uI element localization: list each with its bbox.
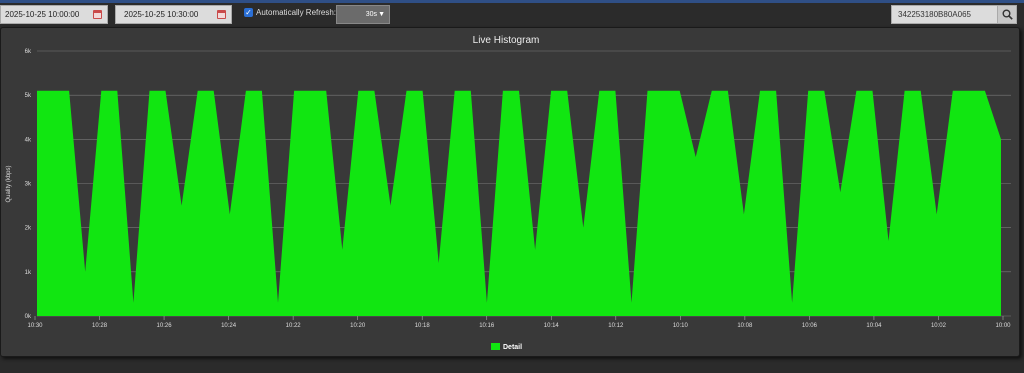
start-time-input[interactable]: 2025-10-25 10:00:00 <box>0 5 108 24</box>
chart-panel: Live Histogram Quality (kbps) 0k 1k 2k 3k 4k… <box>0 27 1020 357</box>
y-tick-label: 5k <box>25 93 32 99</box>
auto-refresh-toggle[interactable]: ✓ Automatically Refresh: <box>244 8 336 17</box>
refresh-interval-select[interactable]: 30s ▼ <box>336 5 390 24</box>
x-tick-label: 10:02 <box>931 323 947 329</box>
x-tick-label: 10:18 <box>415 323 431 329</box>
calendar-icon[interactable] <box>93 10 102 19</box>
end-time-input[interactable]: 2025-10-25 10:30:00 <box>115 5 232 24</box>
x-tick-label: 10:06 <box>802 323 818 329</box>
x-tick-label: 10:22 <box>286 323 302 329</box>
search-value: 342253180B80A065 <box>898 10 971 19</box>
checkbox-checked-icon[interactable]: ✓ <box>244 8 253 17</box>
x-tick-label: 10:08 <box>737 323 753 329</box>
x-tick-label: 10:30 <box>27 323 43 329</box>
start-time-value: 2025-10-25 10:00:00 <box>5 10 80 19</box>
y-tick-label: 3k <box>25 182 32 188</box>
search-icon <box>1002 9 1013 20</box>
x-tick-label: 10:24 <box>221 323 237 329</box>
legend-swatch[interactable] <box>491 343 500 350</box>
x-tick-label: 10:14 <box>544 323 560 329</box>
y-tick-label: 1k <box>25 270 32 276</box>
x-tick-label: 10:04 <box>866 323 882 329</box>
x-axis: 10:30 10:28 10:26 10:24 10:22 10:20 10:18 10:16… <box>27 316 1011 329</box>
y-tick-label: 2k <box>25 226 32 232</box>
x-tick-label: 10:12 <box>608 323 624 329</box>
chart-title: Live Histogram <box>473 35 540 46</box>
search-button[interactable] <box>997 6 1016 23</box>
plot-area <box>37 90 1001 316</box>
y-tick-label: 4k <box>25 137 32 143</box>
x-tick-label: 10:00 <box>995 323 1011 329</box>
y-axis-label: Quality (kbps) <box>6 165 12 202</box>
toolbar: 2025-10-25 10:00:00 2025-10-25 10:30:00 … <box>0 3 1024 27</box>
legend-label[interactable]: Detail <box>503 344 522 351</box>
auto-refresh-label: Automatically Refresh: <box>256 8 337 17</box>
series-detail-area[interactable] <box>37 90 1001 316</box>
chevron-down-icon: ▼ <box>378 11 385 18</box>
refresh-interval-value: 30s <box>365 11 377 18</box>
y-axis: 0k 1k 2k 3k 4k 5k 6k <box>25 49 32 320</box>
y-tick-label: 0k <box>25 314 32 320</box>
y-tick-label: 6k <box>25 49 32 55</box>
x-tick-label: 10:20 <box>350 323 366 329</box>
x-tick-label: 10:16 <box>479 323 495 329</box>
search-input[interactable]: 342253180B80A065 <box>891 5 1017 24</box>
end-time-value: 2025-10-25 10:30:00 <box>124 10 199 19</box>
calendar-icon[interactable] <box>217 10 226 19</box>
live-histogram-chart: Live Histogram Quality (kbps) 0k 1k 2k 3k 4k… <box>6 35 1011 351</box>
x-tick-label: 10:28 <box>92 323 108 329</box>
x-tick-label: 10:26 <box>157 323 173 329</box>
x-tick-label: 10:10 <box>673 323 689 329</box>
